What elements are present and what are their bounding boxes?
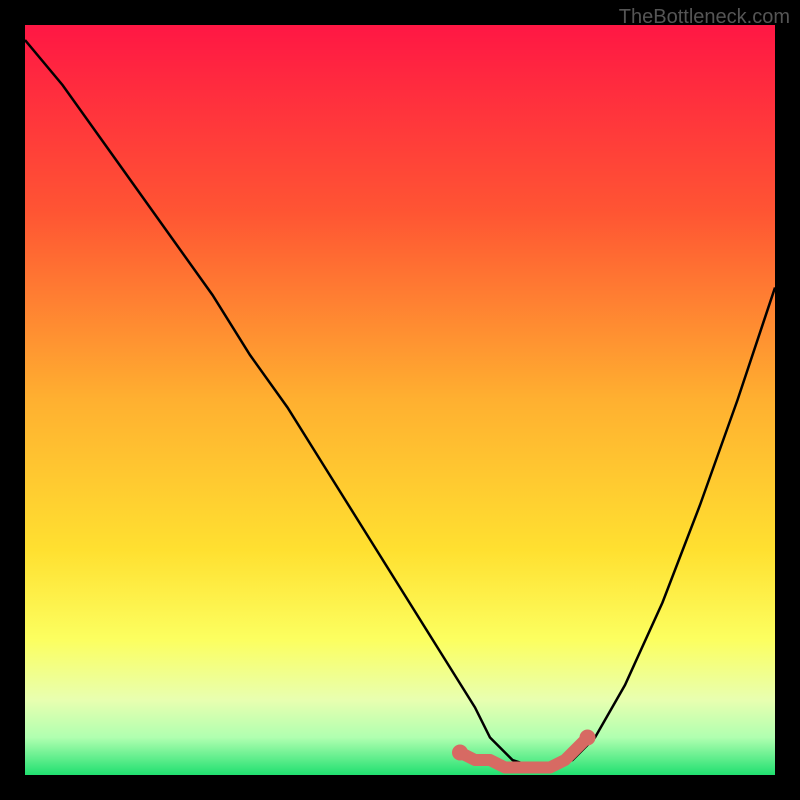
watermark-text: TheBottleneck.com — [619, 6, 790, 29]
chart-container — [25, 25, 775, 775]
chart-background — [25, 25, 775, 775]
bottleneck-chart — [25, 25, 775, 775]
